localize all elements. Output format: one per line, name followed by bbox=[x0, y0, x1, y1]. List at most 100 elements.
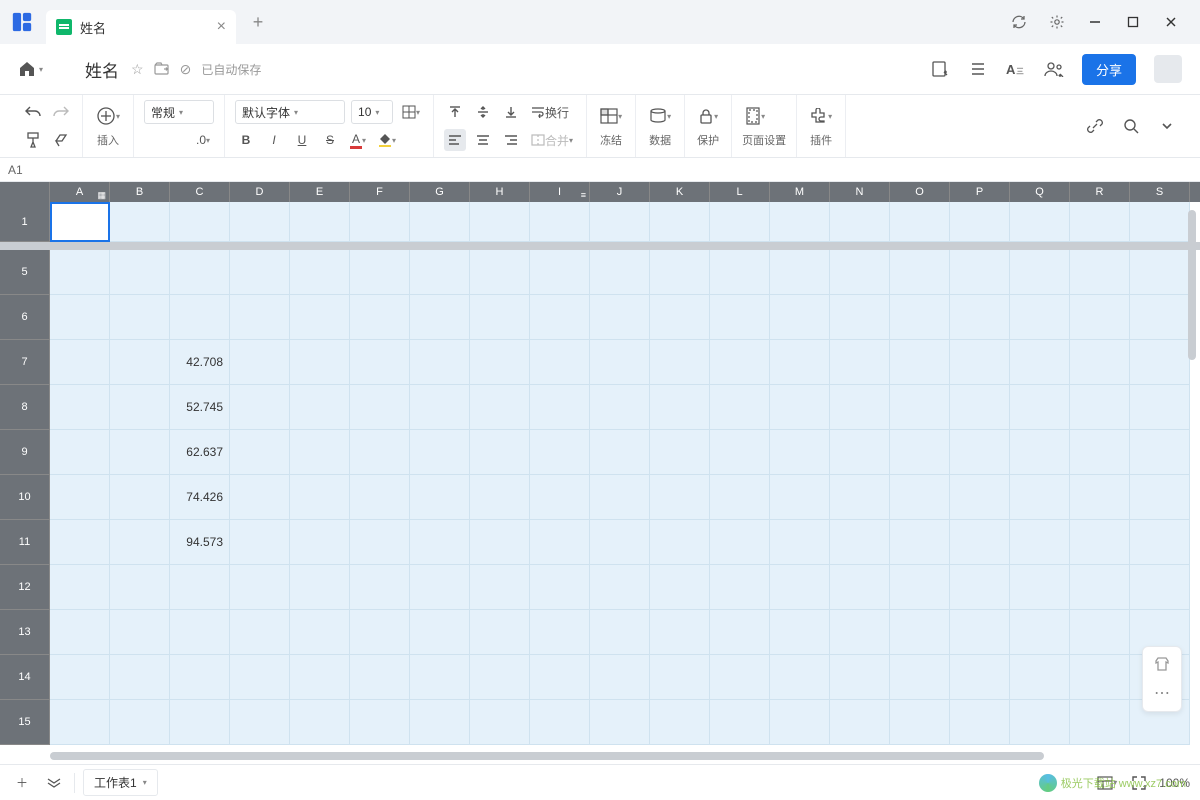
cell[interactable] bbox=[950, 250, 1010, 295]
cell[interactable] bbox=[950, 430, 1010, 475]
home-button[interactable]: ▾ bbox=[18, 60, 43, 78]
horizontal-scrollbar[interactable] bbox=[50, 752, 1180, 762]
align-left-button[interactable] bbox=[444, 129, 466, 151]
column-header[interactable]: N bbox=[830, 182, 890, 202]
cell[interactable] bbox=[650, 250, 710, 295]
theme-icon[interactable] bbox=[1153, 655, 1171, 673]
cell[interactable] bbox=[590, 475, 650, 520]
column-header[interactable]: H bbox=[470, 182, 530, 202]
undo-button[interactable] bbox=[22, 101, 44, 123]
cell[interactable] bbox=[830, 475, 890, 520]
cell[interactable] bbox=[290, 340, 350, 385]
cell[interactable] bbox=[530, 610, 590, 655]
cell[interactable] bbox=[410, 475, 470, 520]
wrap-text-button[interactable]: 换行 bbox=[528, 101, 572, 123]
cell[interactable] bbox=[230, 700, 290, 745]
cell[interactable] bbox=[1070, 520, 1130, 565]
row-header[interactable]: 8 bbox=[0, 385, 50, 430]
cell[interactable] bbox=[350, 610, 410, 655]
cell[interactable] bbox=[830, 700, 890, 745]
cell[interactable] bbox=[590, 565, 650, 610]
cell[interactable] bbox=[1010, 385, 1070, 430]
row-header[interactable]: 10 bbox=[0, 475, 50, 520]
row-header[interactable]: 9 bbox=[0, 430, 50, 475]
cell[interactable] bbox=[650, 202, 710, 242]
link-icon[interactable] bbox=[1084, 115, 1106, 137]
collaborators-icon[interactable] bbox=[1044, 59, 1064, 79]
all-sheets-button[interactable] bbox=[42, 771, 66, 795]
cell[interactable] bbox=[50, 202, 110, 242]
cell[interactable] bbox=[170, 565, 230, 610]
italic-button[interactable]: I bbox=[263, 129, 285, 151]
column-header[interactable]: L bbox=[710, 182, 770, 202]
cell[interactable] bbox=[950, 295, 1010, 340]
cell[interactable] bbox=[590, 430, 650, 475]
cell[interactable] bbox=[410, 430, 470, 475]
cell[interactable] bbox=[50, 340, 110, 385]
cell[interactable]: 52.745 bbox=[170, 385, 230, 430]
cell[interactable] bbox=[950, 475, 1010, 520]
cell[interactable] bbox=[230, 250, 290, 295]
cell[interactable] bbox=[530, 520, 590, 565]
cell[interactable] bbox=[1130, 295, 1190, 340]
cell[interactable] bbox=[770, 610, 830, 655]
cell[interactable] bbox=[890, 700, 950, 745]
cell[interactable] bbox=[290, 430, 350, 475]
cell[interactable] bbox=[290, 565, 350, 610]
cell[interactable] bbox=[710, 430, 770, 475]
row-header[interactable]: 11 bbox=[0, 520, 50, 565]
underline-button[interactable]: U bbox=[291, 129, 313, 151]
cell[interactable] bbox=[110, 202, 170, 242]
select-all-corner[interactable] bbox=[0, 182, 50, 202]
cell[interactable] bbox=[470, 655, 530, 700]
column-header[interactable]: O bbox=[890, 182, 950, 202]
cell[interactable] bbox=[950, 385, 1010, 430]
valign-middle-button[interactable] bbox=[472, 101, 494, 123]
column-header[interactable]: P bbox=[950, 182, 1010, 202]
cell[interactable] bbox=[170, 202, 230, 242]
cell[interactable] bbox=[110, 385, 170, 430]
cell[interactable] bbox=[410, 700, 470, 745]
cell[interactable] bbox=[1070, 202, 1130, 242]
cell[interactable] bbox=[470, 700, 530, 745]
cell[interactable] bbox=[350, 385, 410, 430]
cell[interactable] bbox=[230, 202, 290, 242]
cell[interactable] bbox=[470, 202, 530, 242]
cell[interactable] bbox=[590, 385, 650, 430]
cell[interactable] bbox=[350, 475, 410, 520]
cell[interactable] bbox=[590, 655, 650, 700]
spreadsheet-grid[interactable]: A▦BCDEFGHI≡JKLMNOPQRS 156742.708852.7459… bbox=[0, 182, 1200, 764]
cell[interactable] bbox=[470, 250, 530, 295]
cell[interactable] bbox=[770, 700, 830, 745]
column-header[interactable]: G bbox=[410, 182, 470, 202]
row-header[interactable]: 13 bbox=[0, 610, 50, 655]
column-header[interactable]: S bbox=[1130, 182, 1190, 202]
cell[interactable] bbox=[1010, 565, 1070, 610]
sync-icon[interactable] bbox=[1010, 13, 1028, 31]
cell[interactable] bbox=[470, 565, 530, 610]
cell[interactable] bbox=[710, 475, 770, 520]
cell[interactable] bbox=[290, 385, 350, 430]
cell[interactable] bbox=[1130, 520, 1190, 565]
cell[interactable] bbox=[590, 610, 650, 655]
cell[interactable] bbox=[770, 430, 830, 475]
cell[interactable] bbox=[830, 202, 890, 242]
minimize-button[interactable] bbox=[1086, 13, 1104, 31]
cell[interactable] bbox=[1010, 340, 1070, 385]
decimal-button[interactable]: .0 ▾ bbox=[192, 129, 214, 151]
maximize-button[interactable] bbox=[1124, 13, 1142, 31]
cell[interactable] bbox=[470, 475, 530, 520]
move-folder-icon[interactable] bbox=[154, 62, 170, 76]
cell[interactable] bbox=[170, 700, 230, 745]
cell[interactable] bbox=[530, 565, 590, 610]
column-header[interactable]: Q bbox=[1010, 182, 1070, 202]
cell[interactable] bbox=[350, 430, 410, 475]
star-icon[interactable]: ☆ bbox=[131, 61, 144, 78]
cell[interactable] bbox=[290, 475, 350, 520]
cell[interactable] bbox=[1070, 610, 1130, 655]
cell[interactable] bbox=[650, 385, 710, 430]
redo-button[interactable] bbox=[50, 101, 72, 123]
cell[interactable] bbox=[890, 250, 950, 295]
doc-title[interactable]: 姓名 bbox=[85, 57, 119, 82]
cell[interactable] bbox=[950, 655, 1010, 700]
